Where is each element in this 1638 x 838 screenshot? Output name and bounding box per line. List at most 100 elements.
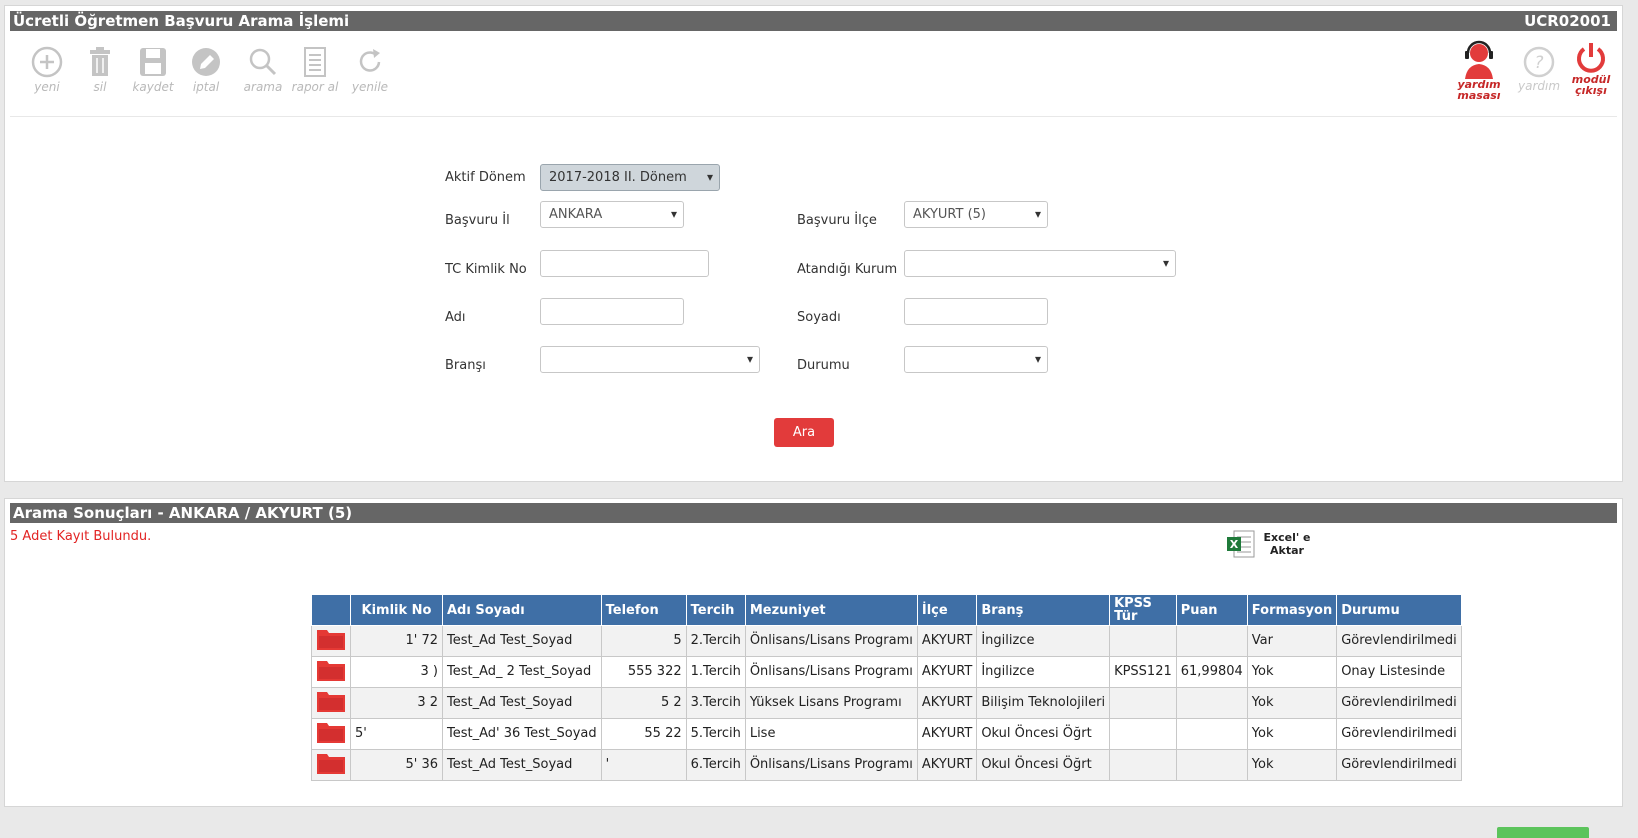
col-header-tercih[interactable]: Tercih: [685, 594, 746, 626]
col-header-puan[interactable]: Puan: [1175, 594, 1248, 626]
open-record-button[interactable]: [311, 656, 351, 688]
trash-icon: [90, 47, 110, 76]
document-list-icon: [304, 47, 326, 77]
cell-puan: [1175, 687, 1248, 719]
report-button[interactable]: rapor al: [291, 46, 339, 94]
cell-durum: Görevlendirilmedi: [1336, 687, 1462, 719]
help-desk-button[interactable]: yardım masası: [1453, 39, 1505, 101]
cell-formasyon: Var: [1246, 625, 1338, 657]
cell-brans: Okul Öncesi Öğrt: [976, 718, 1111, 750]
cell-durum: Görevlendirilmedi: [1336, 718, 1462, 750]
cell-tercih: 2.Tercih: [685, 625, 746, 657]
basvuru-ilce-label: Başvuru İlçe: [797, 213, 877, 228]
search-panel: Ücretli Öğretmen Başvuru Arama İşlemi UC…: [4, 5, 1623, 482]
pencil-circle-icon: [192, 48, 220, 76]
excel-label-2: Aktar: [1270, 544, 1304, 557]
cell-ad: Test_Ad Test_Soyad: [442, 625, 602, 657]
cell-mezuniyet: Önlisans/Lisans Programı: [744, 656, 918, 688]
folder-icon: [317, 630, 345, 650]
cell-kimlik: 5': [350, 718, 443, 750]
bottom-corner-button[interactable]: [1497, 827, 1589, 838]
cell-kpss: [1109, 749, 1177, 781]
new-button[interactable]: yeni: [23, 46, 71, 94]
cell-formasyon: Yok: [1246, 749, 1338, 781]
basvuru-il-select[interactable]: ANKARA: [540, 201, 684, 228]
cell-durum: Görevlendirilmedi: [1336, 749, 1462, 781]
open-record-button[interactable]: [311, 687, 351, 719]
cell-telefon: 5: [600, 625, 687, 657]
durumu-label: Durumu: [797, 358, 850, 373]
col-header-mezuniyet[interactable]: Mezuniyet: [744, 594, 918, 626]
bransi-select[interactable]: [540, 346, 760, 373]
table-row: 5' 36 Test_Ad Test_Soyad ' 6.Tercih Önli…: [311, 749, 1462, 781]
soyadi-input[interactable]: [904, 298, 1048, 325]
cell-tercih: 1.Tercih: [685, 656, 746, 688]
col-header-brans[interactable]: Branş: [976, 594, 1111, 626]
col-header-kpss[interactable]: KPSS Tür: [1109, 594, 1177, 626]
results-panel: Arama Sonuçları - ANKARA / AKYURT (5) 5 …: [4, 498, 1623, 807]
cell-formasyon: Yok: [1246, 687, 1338, 719]
col-header-kimlik[interactable]: Kimlik No: [350, 594, 443, 626]
atandigi-kurum-select[interactable]: [904, 250, 1176, 277]
adi-input[interactable]: [540, 298, 684, 325]
results-titlebar: Arama Sonuçları - ANKARA / AKYURT (5): [10, 503, 1617, 523]
excel-export-button[interactable]: X Excel' e Aktar: [1226, 529, 1316, 559]
col-header-ilce[interactable]: İlçe: [916, 594, 978, 626]
cell-ilce: AKYURT: [916, 718, 978, 750]
table-row: 5' Test_Ad' 36 Test_Soyad 55 22 5.Tercih…: [311, 718, 1462, 750]
floppy-disk-icon: [140, 48, 166, 76]
durumu-select[interactable]: [904, 346, 1048, 373]
aktif-donem-label: Aktif Dönem: [445, 170, 526, 185]
folder-icon: [317, 692, 345, 712]
module-exit-label-2: çıkışı: [1575, 84, 1607, 97]
basvuru-ilce-select[interactable]: AKYURT (5): [904, 201, 1048, 228]
search-panel-titlebar: Ücretli Öğretmen Başvuru Arama İşlemi UC…: [10, 11, 1617, 31]
report-label: rapor al: [291, 80, 339, 94]
cell-puan: [1175, 718, 1248, 750]
help-button[interactable]: ? yardım: [1515, 46, 1563, 92]
search-icon: [249, 48, 277, 76]
plus-circle-icon: [31, 46, 63, 78]
cell-ilce: AKYURT: [916, 687, 978, 719]
soyadi-label: Soyadı: [797, 310, 841, 325]
save-label: kaydet: [132, 80, 174, 94]
cell-puan: [1175, 749, 1248, 781]
col-header-telefon[interactable]: Telefon: [600, 594, 687, 626]
col-header-formasyon[interactable]: Formasyon: [1246, 594, 1338, 626]
col-header-durumu[interactable]: Durumu: [1336, 594, 1462, 626]
search-label: arama: [243, 80, 283, 94]
search-button[interactable]: Ara: [774, 418, 834, 447]
table-header-row: Kimlik No Adı Soyadı Telefon Tercih Mezu…: [311, 594, 1462, 626]
tc-kimlik-input[interactable]: [540, 250, 709, 277]
cell-formasyon: Yok: [1246, 656, 1338, 688]
help-desk-label-2: masası: [1457, 89, 1501, 102]
cell-kpss: [1109, 687, 1177, 719]
svg-text:X: X: [1230, 538, 1239, 551]
cell-ilce: AKYURT: [916, 749, 978, 781]
cell-telefon: 55 22: [600, 718, 687, 750]
cancel-button[interactable]: iptal: [182, 46, 230, 94]
cell-durum: Görevlendirilmedi: [1336, 625, 1462, 657]
delete-button[interactable]: sil: [76, 46, 124, 94]
module-exit-button[interactable]: modül çıkışı: [1567, 42, 1615, 96]
cell-ad: Test_Ad Test_Soyad: [442, 749, 602, 781]
aktif-donem-select[interactable]: 2017-2018 II. Dönem: [540, 164, 720, 191]
folder-icon: [317, 754, 345, 774]
open-record-button[interactable]: [311, 718, 351, 750]
save-button[interactable]: kaydet: [129, 46, 177, 94]
cell-mezuniyet: Önlisans/Lisans Programı: [744, 625, 918, 657]
power-icon: [1577, 43, 1605, 73]
open-record-button[interactable]: [311, 749, 351, 781]
cell-mezuniyet: Önlisans/Lisans Programı: [744, 749, 918, 781]
result-count: 5 Adet Kayıt Bulundu.: [10, 529, 152, 544]
cell-kimlik: 3 2: [350, 687, 443, 719]
folder-icon: [317, 723, 345, 743]
help-circle-icon: ?: [1523, 46, 1555, 78]
search-button-toolbar[interactable]: arama: [239, 46, 287, 94]
cell-ad: Test_Ad_ 2 Test_Soyad: [442, 656, 602, 688]
col-header-ad[interactable]: Adı Soyadı: [442, 594, 602, 626]
cell-formasyon: Yok: [1246, 718, 1338, 750]
open-record-button[interactable]: [311, 625, 351, 657]
cell-kpss: [1109, 625, 1177, 657]
refresh-button[interactable]: yenile: [346, 46, 394, 94]
